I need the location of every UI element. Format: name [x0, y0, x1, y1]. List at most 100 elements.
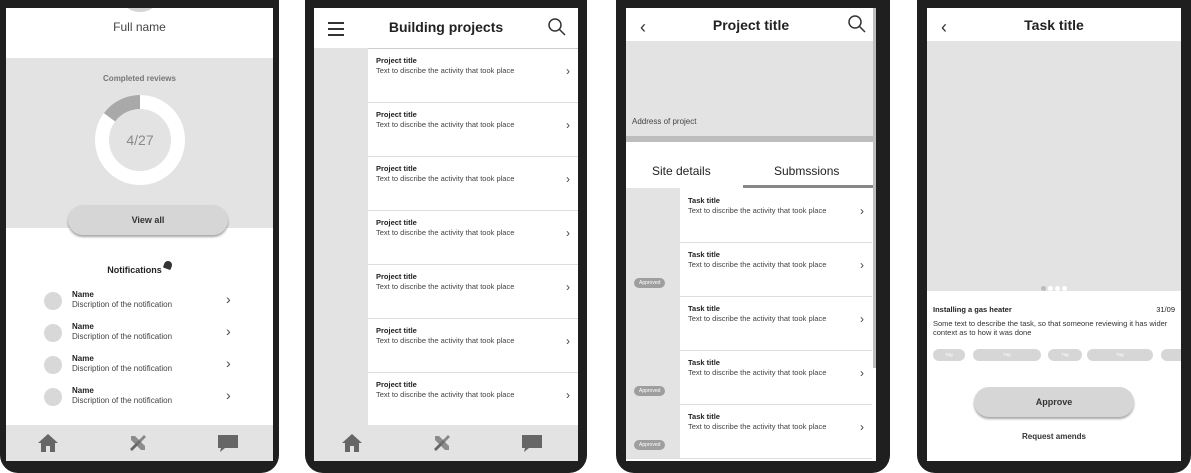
- notification-name: Name: [72, 354, 94, 363]
- project-row[interactable]: Project title Text to discribe the activi…: [314, 48, 578, 103]
- tools-icon[interactable]: [126, 431, 150, 455]
- task-desc: Text to discribe the activity that took …: [688, 206, 827, 215]
- project-row[interactable]: Project title Text to discribe the activi…: [314, 210, 578, 265]
- project-thumbnail: [314, 48, 368, 102]
- task-date: 31/09: [1156, 305, 1175, 314]
- task-row[interactable]: Task title Text to discribe the activity …: [626, 350, 872, 405]
- task-desc: Text to discribe the activity that took …: [688, 368, 827, 377]
- chevron-right-icon: ›: [860, 258, 864, 272]
- notifications-title: Notifications: [6, 259, 273, 275]
- tag-chip-partial[interactable]: [1161, 349, 1181, 361]
- task-heading: Installing a gas heater: [933, 305, 1012, 314]
- bottom-tab-bar: [314, 425, 578, 461]
- chevron-right-icon: ›: [226, 291, 231, 307]
- task-row[interactable]: Task title Text to discribe the activity …: [626, 242, 872, 297]
- tools-icon[interactable]: [430, 431, 454, 455]
- project-title: Project title: [376, 110, 417, 119]
- project-title: Project title: [376, 164, 417, 173]
- project-address: Address of project: [632, 117, 697, 126]
- chevron-right-icon: ›: [566, 226, 570, 240]
- project-tabs: Site details Submssions: [626, 158, 876, 186]
- notification-item[interactable]: Name Discription of the notification ›: [44, 320, 273, 350]
- page-dot[interactable]: [1041, 286, 1046, 291]
- project-desc: Text to discribe the activity that took …: [376, 66, 515, 75]
- avatar[interactable]: [117, 8, 162, 12]
- phone-task-detail: ‹ Task title Installing a gas heater 31/…: [917, 0, 1191, 473]
- chevron-right-icon: ›: [860, 420, 864, 434]
- project-desc: Text to discribe the activity that took …: [376, 120, 515, 129]
- approve-button[interactable]: Approve: [974, 387, 1134, 417]
- project-row[interactable]: Project title Text to discribe the activi…: [314, 318, 578, 373]
- task-photo-gallery[interactable]: [927, 41, 1181, 291]
- notification-avatar: [44, 388, 62, 406]
- notification-name: Name: [72, 386, 94, 395]
- view-all-button[interactable]: View all: [68, 205, 228, 235]
- project-desc: Text to discribe the activity that took …: [376, 228, 515, 237]
- status-badge: Approved: [634, 386, 666, 396]
- page-title: Project title: [712, 17, 790, 33]
- task-title: Task title: [688, 250, 720, 259]
- task-title: Task title: [688, 196, 720, 205]
- project-row[interactable]: Project title Text to discribe the activi…: [314, 372, 578, 427]
- project-desc: Text to discribe the activity that took …: [376, 174, 515, 183]
- task-row[interactable]: Task title Text to discribe the activity …: [626, 404, 872, 459]
- page-title: Task title: [1024, 17, 1084, 33]
- notification-desc: Discription of the notification: [72, 332, 173, 341]
- full-name: Full name: [113, 20, 166, 34]
- tab-site-details[interactable]: Site details: [652, 164, 711, 178]
- completed-reviews-panel: Completed reviews 4/27: [6, 58, 273, 228]
- bottom-tab-bar: [6, 425, 273, 461]
- task-header: ‹ Task title: [927, 8, 1181, 41]
- notification-item[interactable]: Name Discription of the notification ›: [44, 384, 273, 414]
- chevron-right-icon: ›: [566, 118, 570, 132]
- page-dot[interactable]: [1062, 286, 1067, 291]
- task-thumbnail: [626, 296, 680, 350]
- task-desc: Text to discribe the activity that took …: [688, 260, 827, 269]
- project-title: Project title: [376, 218, 417, 227]
- search-icon[interactable]: [548, 18, 566, 36]
- tab-submissions[interactable]: Submssions: [774, 164, 839, 178]
- gallery-page-indicator[interactable]: [927, 278, 1181, 296]
- project-title: Project title: [376, 56, 417, 65]
- project-thumbnail: [314, 264, 368, 318]
- task-row[interactable]: Task title Text to discribe the activity …: [626, 296, 872, 351]
- scrollbar[interactable]: [873, 8, 876, 368]
- chevron-right-icon: ›: [566, 280, 570, 294]
- chevron-right-icon: ›: [566, 172, 570, 186]
- tag-chip[interactable]: Tag: [933, 349, 965, 361]
- notification-avatar: [44, 324, 62, 342]
- project-header: ‹ Project title: [626, 8, 876, 41]
- task-title: Task title: [688, 304, 720, 313]
- home-icon[interactable]: [340, 431, 364, 455]
- request-amends-link[interactable]: Request amends: [927, 432, 1181, 441]
- page-dot[interactable]: [1055, 286, 1060, 291]
- task-title: Task title: [688, 412, 720, 421]
- phone-profile: Full name Completed reviews 4/27 View al…: [0, 0, 279, 473]
- project-row[interactable]: Project title Text to discribe the activi…: [314, 102, 578, 157]
- notification-name: Name: [72, 322, 94, 331]
- notification-name: Name: [72, 290, 94, 299]
- chevron-right-icon: ›: [860, 312, 864, 326]
- reviews-count: 4/27: [126, 132, 153, 148]
- home-icon[interactable]: [36, 431, 60, 455]
- tag-chip[interactable]: Tag: [1087, 349, 1153, 361]
- project-row[interactable]: Project title Text to discribe the activi…: [314, 156, 578, 211]
- chat-icon[interactable]: [216, 431, 240, 455]
- task-row[interactable]: Task title Text to discribe the activity …: [626, 188, 872, 243]
- search-icon[interactable]: [848, 15, 866, 33]
- completed-reviews-label: Completed reviews: [103, 74, 176, 83]
- project-title: Project title: [376, 380, 417, 389]
- notification-item[interactable]: Name Discription of the notification ›: [44, 352, 273, 382]
- chevron-right-icon: ›: [226, 387, 231, 403]
- phone-project-detail: ‹ Project title Address of project Site …: [616, 0, 890, 473]
- notification-item[interactable]: Name Discription of the notification ›: [44, 288, 273, 318]
- chat-icon[interactable]: [520, 431, 544, 455]
- page-dot[interactable]: [1048, 286, 1053, 291]
- profile-screen: Full name Completed reviews 4/27 View al…: [6, 8, 273, 461]
- bell-icon: [162, 259, 173, 271]
- tag-chip[interactable]: Tag: [973, 349, 1041, 361]
- project-row[interactable]: Project title Text to discribe the activi…: [314, 264, 578, 319]
- chevron-right-icon: ›: [566, 64, 570, 78]
- project-hero-image: Address of project: [626, 41, 876, 136]
- tag-chip[interactable]: Tag: [1048, 349, 1082, 361]
